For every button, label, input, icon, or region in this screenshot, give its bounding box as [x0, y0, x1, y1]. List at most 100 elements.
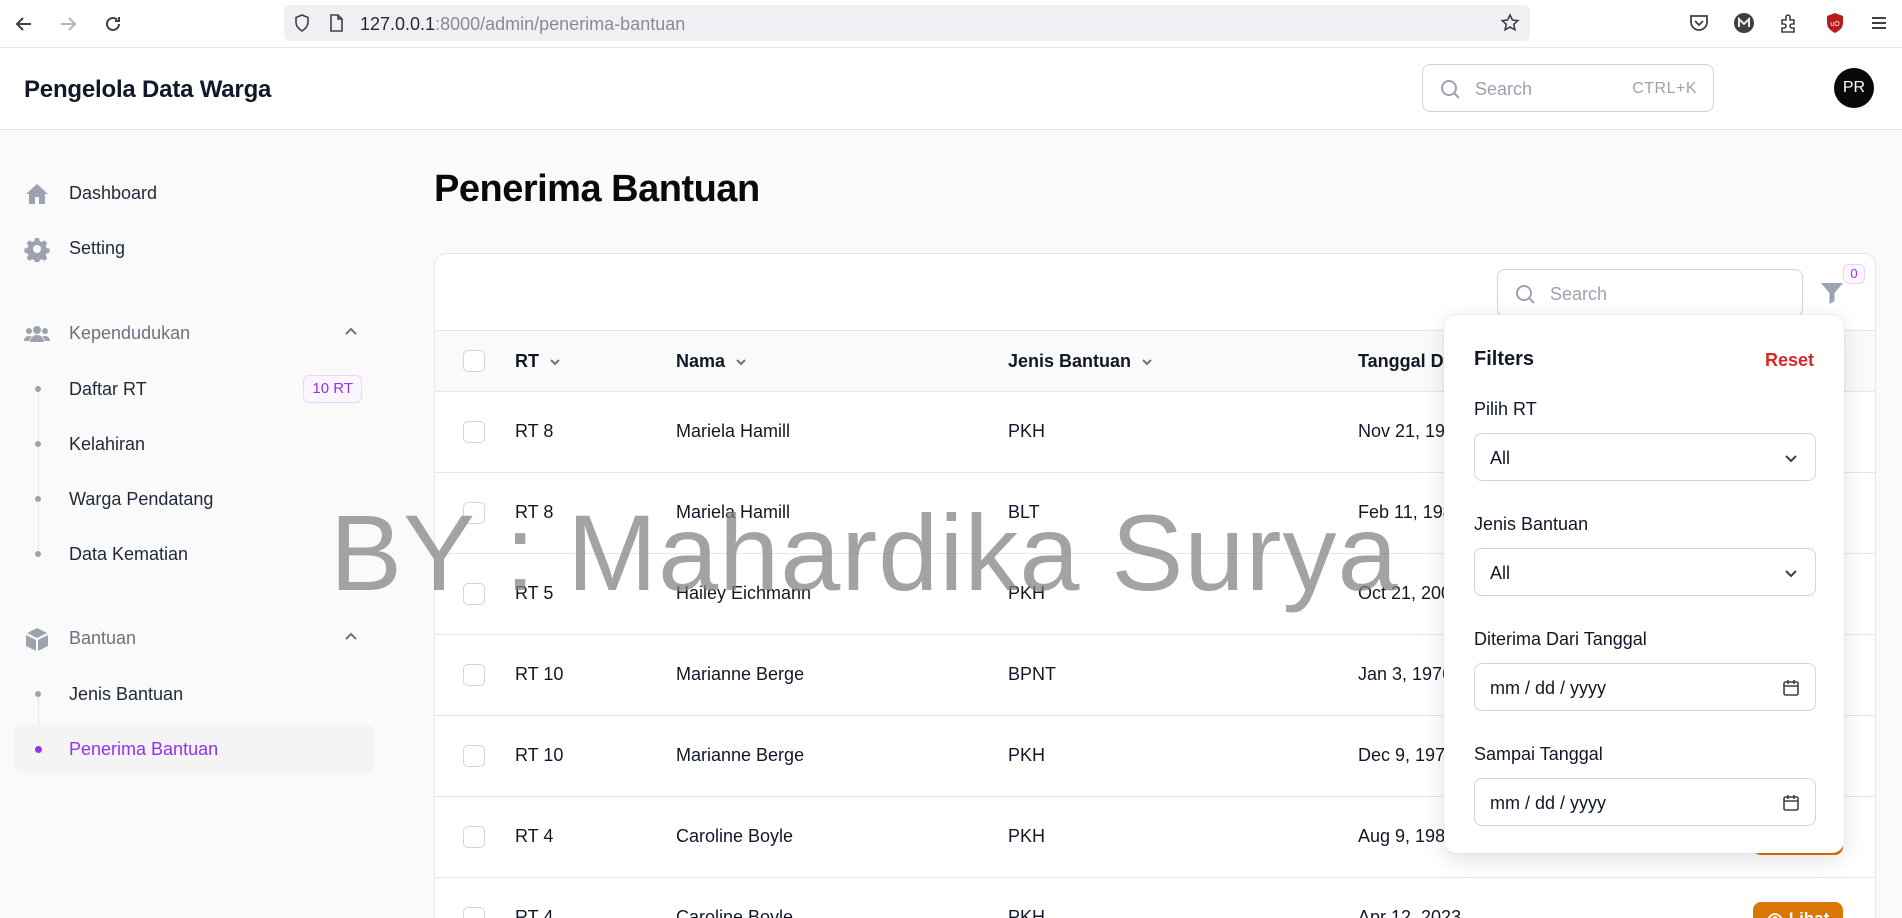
- table-row[interactable]: RT 4 Caroline Boyle PKH Apr 12, 2023 Lih…: [435, 878, 1875, 918]
- page-icon[interactable]: [326, 13, 346, 33]
- box-icon: [24, 626, 50, 652]
- bullet-dot: [35, 746, 42, 753]
- filters-panel: Filters Reset Pilih RT All Jenis Bantuan…: [1444, 315, 1844, 853]
- lihat-button[interactable]: Lihat: [1753, 902, 1843, 918]
- sidebar-item-label: Jenis Bantuan: [69, 684, 184, 704]
- cell-rt: RT 8: [515, 421, 554, 441]
- cell-rt: RT 10: [515, 664, 564, 684]
- sampai-tanggal-date-input[interactable]: mm / dd / yyyy: [1474, 778, 1816, 826]
- users-icon: [24, 321, 50, 347]
- bookmark-star-icon[interactable]: [1500, 13, 1520, 33]
- sidebar-item-dashboard[interactable]: Dashboard: [14, 169, 374, 217]
- shield-icon[interactable]: [292, 13, 312, 33]
- sidebar-group-label: Kependudukan: [69, 323, 191, 343]
- address-bar[interactable]: 127.0.0.1:8000/admin/penerima-bantuan: [284, 5, 1530, 41]
- cell-nama: Marianne Berge: [676, 745, 805, 765]
- cell-jenis-bantuan: PKH: [1008, 907, 1046, 918]
- cell-nama: Mariela Hamill: [676, 421, 791, 441]
- cell-nama: Mariela Hamill: [676, 502, 791, 522]
- sidebar-item-data-kematian[interactable]: Data Kematian: [14, 530, 374, 578]
- global-search-input[interactable]: Search CTRL+K: [1422, 64, 1714, 112]
- sidebar-item-label: Data Kematian: [69, 544, 189, 564]
- reset-filters-button[interactable]: Reset: [1765, 350, 1814, 371]
- cell-nama: Marianne Berge: [676, 664, 805, 684]
- bullet-dot: [35, 551, 41, 557]
- sidebar-item-kelahiran[interactable]: Kelahiran: [14, 420, 374, 468]
- gear-icon: [24, 236, 50, 264]
- pocket-icon[interactable]: [1688, 12, 1710, 34]
- row-checkbox[interactable]: [463, 421, 485, 443]
- sidebar-group-kependudukan[interactable]: Kependudukan: [14, 313, 374, 353]
- cell-tanggal: Oct 21, 200: [1358, 583, 1452, 603]
- column-header-jenis-bantuan[interactable]: Jenis Bantuan: [1008, 351, 1155, 372]
- filter-count-badge: 0: [1843, 264, 1865, 284]
- search-shortcut: CTRL+K: [1632, 80, 1697, 97]
- sidebar: Dashboard Setting Kependudukan Daftar RT…: [0, 131, 390, 918]
- cell-tanggal: Nov 21, 198: [1358, 421, 1456, 441]
- chevron-down-icon: [1785, 455, 1797, 463]
- cell-jenis-bantuan: BLT: [1008, 502, 1040, 522]
- cell-jenis-bantuan: PKH: [1008, 583, 1046, 603]
- cell-tanggal: Aug 9, 198: [1358, 826, 1446, 846]
- sidebar-item-label: Dashboard: [69, 183, 158, 203]
- sidebar-item-label: Kelahiran: [69, 434, 146, 454]
- forward-icon[interactable]: [54, 10, 82, 38]
- cell-jenis-bantuan: PKH: [1008, 421, 1046, 441]
- pilih-rt-select[interactable]: All: [1474, 433, 1816, 481]
- sidebar-item-warga-pendatang[interactable]: Warga Pendatang: [14, 475, 374, 523]
- sidebar-item-label: Warga Pendatang: [69, 489, 214, 509]
- svg-text:uO: uO: [1830, 21, 1840, 28]
- menu-icon[interactable]: [1868, 12, 1890, 34]
- sidebar-item-penerima-bantuan[interactable]: Penerima Bantuan: [14, 725, 374, 773]
- select-value: All: [1490, 563, 1511, 583]
- row-checkbox[interactable]: [463, 745, 485, 767]
- sidebar-group-bantuan[interactable]: Bantuan: [14, 618, 374, 658]
- jenis-bantuan-select[interactable]: All: [1474, 548, 1816, 596]
- row-checkbox[interactable]: [463, 826, 485, 848]
- eye-icon: [1767, 913, 1783, 918]
- sidebar-item-label: Daftar RT: [69, 379, 147, 399]
- chevron-up-icon[interactable]: [342, 323, 360, 341]
- sidebar-item-label: Penerima Bantuan: [69, 739, 219, 759]
- row-checkbox[interactable]: [463, 502, 485, 524]
- browser-toolbar: 127.0.0.1:8000/admin/penerima-bantuan uO: [0, 0, 1902, 48]
- date-placeholder: mm / dd / yyyy: [1490, 678, 1607, 698]
- chevron-down-icon: [1785, 570, 1797, 578]
- filter-label-pilih-rt: Pilih RT: [1474, 399, 1537, 419]
- dari-tanggal-date-input[interactable]: mm / dd / yyyy: [1474, 663, 1816, 711]
- cell-jenis-bantuan: BPNT: [1008, 664, 1057, 684]
- search-placeholder: Search: [1475, 79, 1533, 99]
- cell-nama: Caroline Boyle: [676, 826, 794, 846]
- cell-jenis-bantuan: PKH: [1008, 826, 1046, 846]
- sidebar-item-setting[interactable]: Setting: [14, 224, 374, 272]
- row-checkbox[interactable]: [463, 664, 485, 686]
- sidebar-item-daftar-rt[interactable]: Daftar RT 10 RT: [14, 365, 374, 413]
- filter-icon[interactable]: [1819, 280, 1845, 306]
- count-badge: 10 RT: [303, 375, 362, 403]
- search-icon: [1439, 78, 1461, 100]
- sidebar-item-jenis-bantuan[interactable]: Jenis Bantuan: [14, 670, 374, 718]
- cell-jenis-bantuan: PKH: [1008, 745, 1046, 765]
- reload-icon[interactable]: [99, 10, 127, 38]
- bullet-dot: [35, 691, 41, 697]
- app-brand[interactable]: Pengelola Data Warga: [24, 76, 271, 104]
- back-icon[interactable]: [10, 10, 38, 38]
- select-all-checkbox[interactable]: [463, 350, 485, 372]
- ublock-icon[interactable]: uO: [1824, 12, 1846, 34]
- cell-nama: Hailey Eichmann: [676, 583, 812, 603]
- user-avatar[interactable]: PR: [1834, 68, 1874, 108]
- table-search-input[interactable]: Search: [1497, 269, 1803, 317]
- column-header-tanggal[interactable]: Tanggal Di: [1358, 351, 1449, 372]
- row-checkbox[interactable]: [463, 583, 485, 605]
- url-text[interactable]: 127.0.0.1:8000/admin/penerima-bantuan: [360, 14, 685, 35]
- filter-label-jenis-bantuan: Jenis Bantuan: [1474, 514, 1589, 534]
- column-header-rt[interactable]: RT: [515, 351, 563, 372]
- row-checkbox[interactable]: [463, 907, 485, 918]
- column-header-nama[interactable]: Nama: [676, 351, 749, 372]
- search-icon: [1514, 283, 1536, 305]
- chevron-up-icon[interactable]: [342, 628, 360, 646]
- select-value: All: [1490, 448, 1511, 468]
- bullet-dot: [35, 496, 41, 502]
- account-m-icon[interactable]: [1733, 12, 1755, 34]
- extensions-icon[interactable]: [1778, 12, 1800, 34]
